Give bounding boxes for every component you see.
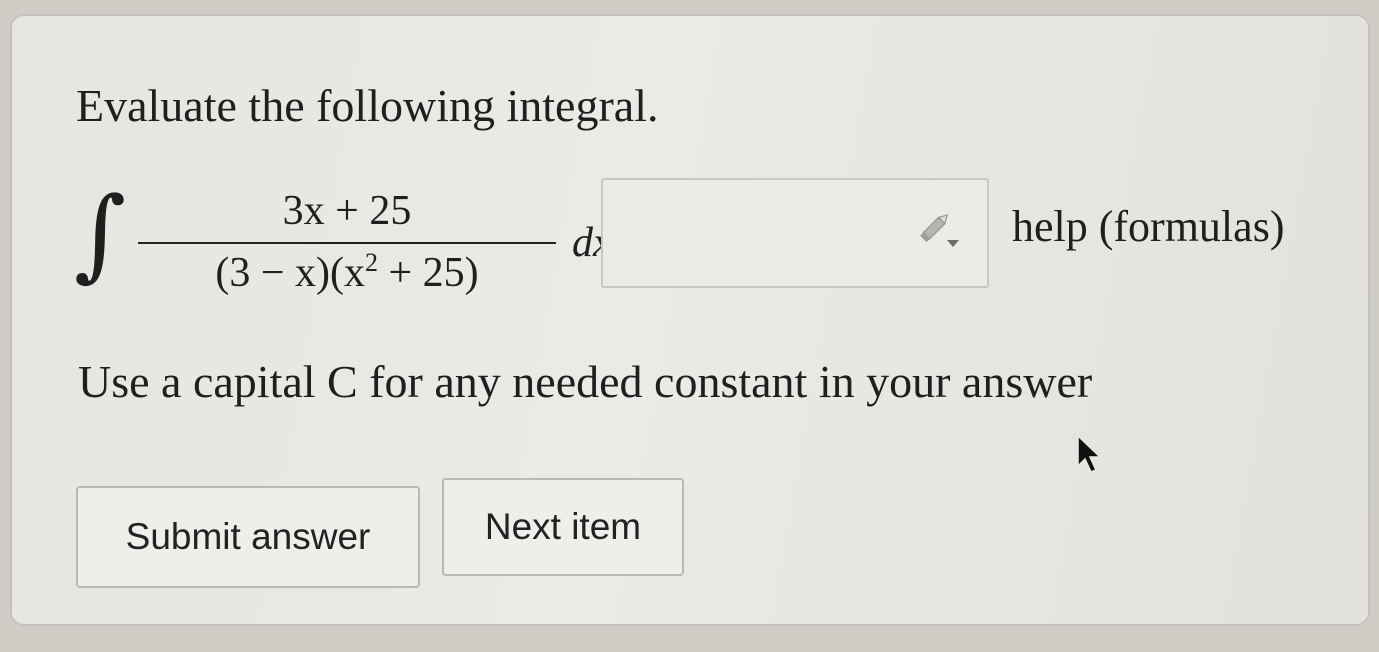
help-formulas-link[interactable]: help (formulas): [1012, 200, 1284, 254]
constant-note: Use a capital C for any needed constant …: [78, 356, 1093, 407]
fraction-numerator: 3x + 25: [282, 188, 412, 234]
fraction-bar: [138, 242, 556, 244]
submit-answer-button[interactable]: Submit answer: [76, 486, 420, 588]
answer-input[interactable]: [601, 178, 989, 288]
pencil-dropdown-icon[interactable]: [917, 210, 961, 250]
mouse-pointer-icon: [1077, 434, 1102, 473]
fraction-denominator: (3 − x)(x2 + 25): [132, 248, 562, 298]
question-prompt: Evaluate the following integral.: [76, 80, 659, 131]
denominator-part2: + 25): [377, 250, 479, 296]
integral-sign: ∫: [74, 175, 127, 292]
denominator-part1: (3 − x)(x: [215, 250, 365, 296]
next-item-button[interactable]: Next item: [442, 478, 684, 576]
fraction: 3x + 25 (3 − x)(x2 + 25): [132, 186, 562, 304]
denominator-exponent: 2: [364, 248, 378, 277]
